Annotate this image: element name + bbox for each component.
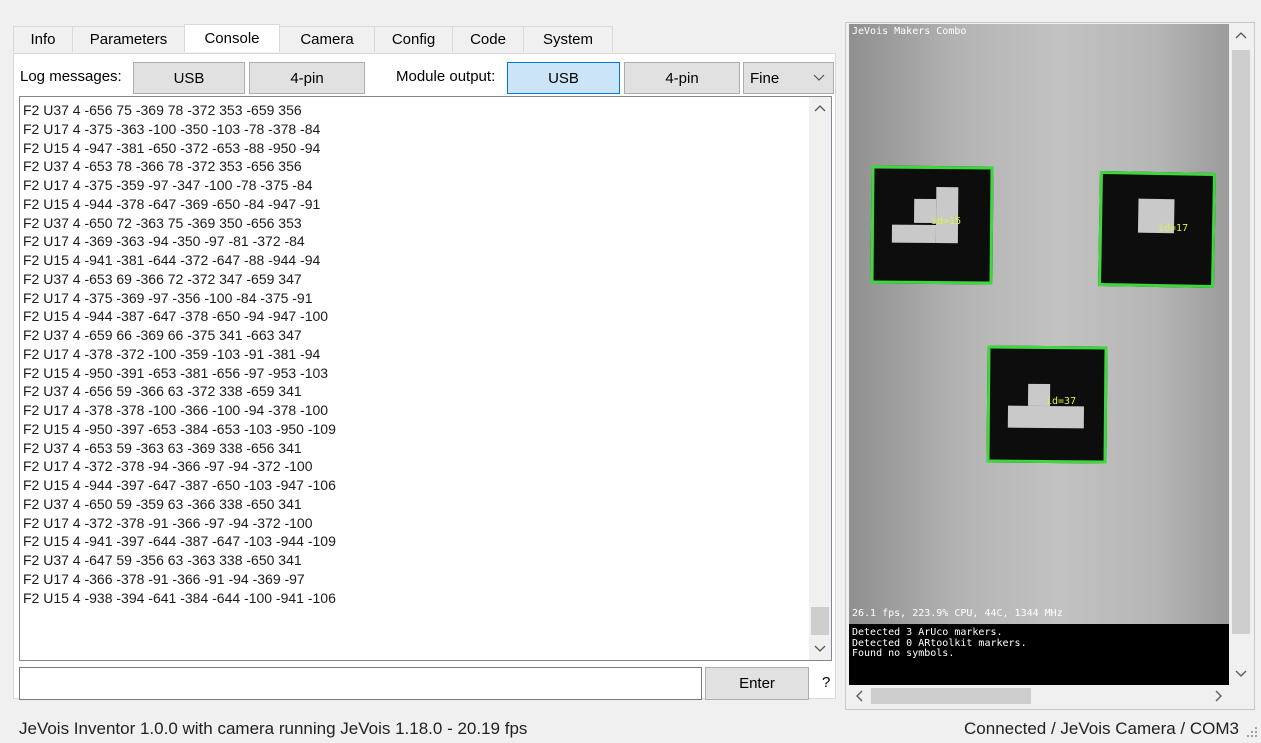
console-log[interactable]: F2 U37 4 -656 75 -369 78 -372 353 -659 3… (19, 96, 832, 661)
video-message-line: Detected 3 ArUco markers. (852, 627, 1003, 638)
log-level-value: Fine (750, 69, 780, 87)
log-line: F2 U37 4 -653 59 -363 63 -369 338 -656 3… (23, 439, 302, 456)
resize-grip-icon[interactable] (1246, 725, 1258, 737)
log-line: F2 U37 4 -656 59 -366 63 -372 338 -659 3… (23, 383, 302, 400)
aruco-marker-17 (1098, 170, 1216, 289)
module-4pin-button[interactable]: 4-pin (624, 62, 740, 94)
log-lines: F2 U37 4 -656 75 -369 78 -372 353 -659 3… (23, 101, 336, 607)
video-vscroll-thumb[interactable] (1232, 50, 1250, 634)
log-line: F2 U17 4 -372 -378 -94 -366 -97 -94 -372… (23, 458, 313, 475)
help-button[interactable]: ? (822, 674, 830, 691)
window-top (0, 0, 1261, 8)
status-left: JeVois Inventor 1.0.0 with camera runnin… (19, 719, 528, 738)
log-line: F2 U15 4 -941 -397 -644 -387 -647 -103 -… (23, 533, 336, 550)
module-output-label: Module output: (396, 68, 496, 85)
log-level-select[interactable]: Fine (743, 62, 834, 94)
tab-bar: Info Parameters Console Camera Config Co… (13, 24, 613, 53)
log-messages-label: Log messages: (20, 68, 122, 85)
scroll-down-icon[interactable] (1230, 663, 1252, 685)
scroll-up-icon[interactable] (809, 97, 831, 119)
log-line: F2 U37 4 -659 66 -369 66 -375 341 -663 3… (23, 327, 302, 343)
log-line: F2 U17 4 -378 -378 -100 -366 -100 -94 -3… (23, 402, 329, 418)
video-title: JeVois Makers Combo (852, 26, 967, 37)
scroll-up-icon[interactable] (1230, 24, 1252, 46)
video-fps-line: 26.1 fps, 223.9% CPU, 44C, 1344 MHz (852, 608, 1063, 619)
log-line: F2 U37 4 -650 59 -359 63 -366 338 -650 3… (23, 495, 302, 512)
log-line: F2 U17 4 -378 -372 -100 -359 -103 -91 -3… (23, 345, 321, 362)
scroll-down-icon[interactable] (809, 638, 831, 660)
tab-info[interactable]: Info (13, 26, 73, 52)
tab-code[interactable]: Code (452, 26, 524, 52)
log-line: F2 U37 4 -647 59 -356 63 -363 338 -650 3… (23, 552, 302, 568)
log-line: F2 U37 4 -656 75 -369 78 -372 353 -659 3… (23, 102, 302, 118)
tab-system[interactable]: System (523, 26, 613, 52)
tab-config[interactable]: Config (374, 26, 453, 52)
camera-video: JeVois Makers Combo id=15 id=17 id=37 26… (849, 24, 1229, 685)
video-message-line: Found no symbols. (852, 648, 955, 659)
scroll-right-icon[interactable] (1209, 686, 1229, 706)
log-line: F2 U17 4 -366 -378 -91 -366 -91 -94 -369… (23, 570, 305, 587)
tab-console[interactable]: Console (184, 24, 280, 52)
log-line: F2 U15 4 -944 -378 -647 -369 -650 -84 -9… (23, 195, 321, 212)
log-line: F2 U15 4 -947 -381 -650 -372 -653 -88 -9… (23, 139, 321, 156)
video-background (849, 24, 1229, 624)
status-right: Connected / JeVois Camera / COM3 (964, 719, 1239, 738)
video-hscroll-thumb[interactable] (871, 688, 1031, 704)
log-line: F2 U15 4 -950 -397 -653 -384 -653 -103 -… (23, 420, 336, 437)
tab-parameters[interactable]: Parameters (72, 26, 185, 52)
log-line: F2 U15 4 -944 -397 -647 -387 -650 -103 -… (23, 477, 336, 493)
video-vertical-scrollbar[interactable] (1230, 24, 1252, 685)
log-scrollbar[interactable] (809, 97, 831, 660)
log-line: F2 U17 4 -375 -359 -97 -347 -100 -78 -37… (23, 177, 313, 193)
log-line: F2 U15 4 -938 -394 -641 -384 -644 -100 -… (23, 589, 336, 606)
log-line: F2 U17 4 -372 -378 -91 -366 -97 -94 -372… (23, 514, 313, 531)
log-line: F2 U37 4 -650 72 -363 75 -369 350 -656 3… (23, 214, 302, 231)
chevron-down-icon (813, 67, 825, 92)
log-line: F2 U17 4 -369 -363 -94 -350 -97 -81 -372… (23, 233, 305, 250)
log-line: F2 U17 4 -375 -369 -97 -356 -100 -84 -37… (23, 289, 313, 306)
marker-label-17: id=17 (1158, 223, 1189, 234)
log-scroll-thumb[interactable] (811, 607, 829, 635)
log-line: F2 U15 4 -950 -391 -653 -381 -656 -97 -9… (23, 364, 329, 381)
marker-label-15: id=15 (931, 216, 962, 227)
marker-pattern (1007, 405, 1084, 429)
log-usb-button[interactable]: USB (133, 62, 245, 94)
marker-pattern (891, 224, 936, 244)
module-usb-button[interactable]: USB (507, 62, 620, 94)
log-line: F2 U37 4 -653 69 -366 72 -372 347 -659 3… (23, 270, 302, 287)
scroll-left-icon[interactable] (849, 686, 869, 706)
tab-camera[interactable]: Camera (279, 26, 375, 52)
log-line: F2 U17 4 -375 -363 -100 -350 -103 -78 -3… (23, 120, 321, 137)
video-horizontal-scrollbar[interactable] (849, 686, 1229, 706)
command-input[interactable] (19, 667, 702, 700)
log-4pin-button[interactable]: 4-pin (249, 62, 365, 94)
enter-button[interactable]: Enter (705, 667, 809, 700)
marker-label-37: id=37 (1046, 396, 1077, 407)
log-line: F2 U37 4 -653 78 -366 78 -372 353 -656 3… (23, 158, 302, 175)
video-messages: Detected 3 ArUco markers. Detected 0 ARto… (852, 627, 1027, 660)
log-line: F2 U15 4 -941 -381 -644 -372 -647 -88 -9… (23, 252, 321, 268)
log-line: F2 U15 4 -944 -387 -647 -378 -650 -94 -9… (23, 308, 329, 325)
